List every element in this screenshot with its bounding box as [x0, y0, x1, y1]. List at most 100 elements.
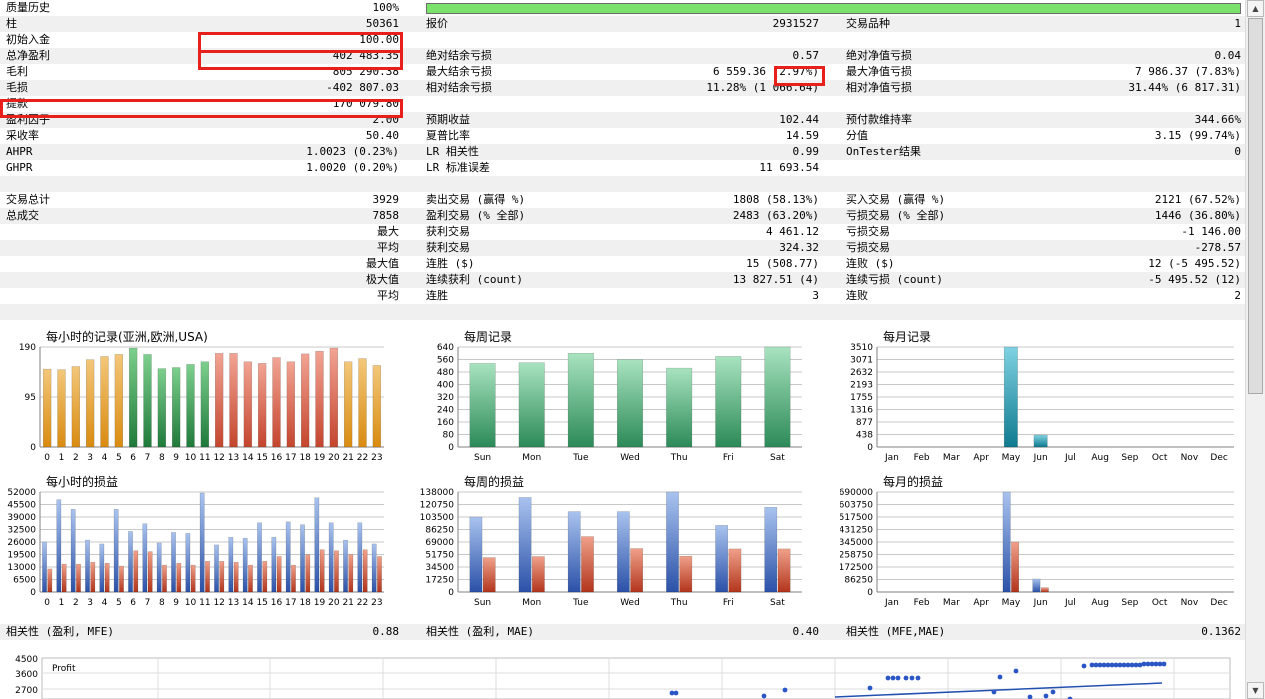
- x-tick-label: 19: [314, 453, 326, 463]
- bar: [200, 361, 210, 448]
- scatter-point: [1050, 689, 1056, 695]
- x-tick-label: 7: [145, 453, 151, 463]
- y-tick-label: 1316: [850, 406, 873, 416]
- scatter-point: [673, 690, 679, 696]
- x-tick-label: 2: [73, 453, 79, 463]
- x-tick-label: Thu: [670, 453, 688, 463]
- x-tick-label: Jul: [1064, 453, 1076, 463]
- stat-value: 344.66%: [1194, 113, 1241, 126]
- chart-svg: 每月的损益 690000 603750 517500 431250 345000 25875…: [840, 474, 1234, 608]
- report-area: 质量历史 100% 柱 50361 报价 2931527 交易品种 1 初始入金 100.00 总净…: [0, 0, 1245, 699]
- bar-profit: [567, 511, 581, 593]
- x-tick-label: 8: [159, 598, 165, 608]
- x-tick-label: 1: [59, 453, 65, 463]
- y-tick-label: 4500: [15, 655, 38, 665]
- scroll-up-icon[interactable]: ▲: [1247, 0, 1264, 17]
- y-tick-label: 160: [437, 418, 454, 428]
- y-tick-label: 120750: [420, 501, 454, 511]
- chart-scatter-profit: 4500 3600 2700 Profit: [0, 652, 1245, 699]
- x-tick-label: May: [1002, 453, 1021, 463]
- bar: [1003, 346, 1018, 448]
- y-tick-label: 86250: [425, 526, 454, 536]
- stat-label: 交易总计: [6, 193, 50, 206]
- chart-title: 每周记录: [464, 329, 512, 344]
- x-tick-label: Mar: [943, 598, 960, 608]
- bar-profit: [214, 544, 219, 593]
- bar: [229, 353, 238, 448]
- x-tick-label: Nov: [1181, 453, 1199, 463]
- bar-loss: [728, 548, 742, 593]
- x-tick-label: Sep: [1121, 453, 1138, 463]
- bar: [85, 359, 95, 448]
- bar-profit: [285, 521, 291, 593]
- stat-label: AHPR: [6, 145, 33, 158]
- stats-row: 交易总计 3929 卖出交易 (赢得 %) 1808 (58.13%) 买入交易 (赢得…: [0, 192, 1245, 208]
- scroll-thumb[interactable]: [1248, 18, 1263, 394]
- scatter-point: [1137, 662, 1143, 668]
- y-tick-label: 480: [437, 368, 454, 378]
- bar: [469, 363, 496, 448]
- x-tick-label: 19: [314, 598, 326, 608]
- x-tick-label: 6: [130, 598, 136, 608]
- bar-profit: [518, 497, 532, 593]
- bar-profit: [300, 524, 305, 593]
- scatter-point: [761, 693, 767, 699]
- x-tick-label: May: [1002, 598, 1021, 608]
- x-tick-label: 14: [242, 598, 254, 608]
- bar-loss: [133, 550, 139, 593]
- bar-profit: [228, 536, 234, 593]
- stat-value: 14.59: [785, 129, 819, 142]
- stat-label: 采收率: [6, 129, 39, 142]
- bar-loss: [679, 555, 693, 593]
- bar: [286, 361, 296, 448]
- y-tick-label: 190: [19, 343, 36, 353]
- scatter-point: [991, 689, 997, 695]
- y-tick-label: 19500: [7, 551, 36, 561]
- stat-label: 毛损: [6, 81, 28, 94]
- bar-profit: [42, 541, 47, 593]
- bar-loss: [147, 551, 153, 593]
- x-tick-label: 16: [271, 598, 283, 608]
- y-tick-label: 320: [437, 393, 454, 403]
- scatter-point: [903, 675, 909, 681]
- bar-loss: [104, 562, 110, 593]
- x-tick-label: 13: [228, 598, 239, 608]
- bar-profit: [469, 516, 483, 593]
- x-tick-label: 5: [116, 453, 122, 463]
- x-tick-label: 23: [371, 598, 382, 608]
- stat-value: 50361: [365, 17, 399, 30]
- bar: [329, 347, 339, 448]
- bar-profit: [85, 539, 90, 593]
- x-tick-label: Oct: [1152, 598, 1168, 608]
- x-tick-label: Sat: [770, 598, 785, 608]
- x-tick-label: Dec: [1210, 598, 1227, 608]
- y-tick-label: 438: [856, 431, 873, 441]
- chart-weekly-trades: 每周记录 640 560 480 400 320 240 160 80 0 Sun Mon Tue Wed…: [420, 327, 820, 470]
- stat-value: 7 986.37 (7.83%): [1135, 65, 1241, 78]
- y-tick-label: 39000: [7, 513, 36, 523]
- stat-value: 0: [1234, 145, 1241, 158]
- bar-profit: [1032, 578, 1041, 593]
- y-tick-label: 640: [437, 343, 454, 353]
- x-tick-label: 10: [185, 453, 197, 463]
- stat-value: 最大值: [366, 257, 399, 270]
- stat-label: 总成交: [6, 209, 39, 222]
- stat-value: 4 461.12: [766, 225, 819, 238]
- bar-loss: [630, 548, 644, 593]
- y-tick-label: 17250: [425, 576, 454, 586]
- bar: [243, 361, 253, 448]
- stat-value: 1.0023 (0.23%): [306, 145, 399, 158]
- bar-profit: [328, 522, 334, 593]
- scroll-down-icon[interactable]: ▼: [1247, 682, 1264, 699]
- bar-loss: [61, 563, 67, 593]
- scatter-point: [895, 675, 901, 681]
- stat-value: 0.88: [372, 625, 400, 638]
- y-tick-label: 0: [30, 443, 36, 453]
- y-tick-label: 1755: [850, 393, 873, 403]
- vertical-scrollbar[interactable]: ▲ ▼: [1245, 0, 1265, 699]
- x-tick-label: 4: [102, 598, 108, 608]
- x-tick-label: 22: [357, 598, 368, 608]
- stats-row: 初始入金 100.00: [0, 32, 1245, 48]
- stat-value: 0.57: [792, 49, 820, 62]
- y-tick-label: 45500: [7, 501, 36, 511]
